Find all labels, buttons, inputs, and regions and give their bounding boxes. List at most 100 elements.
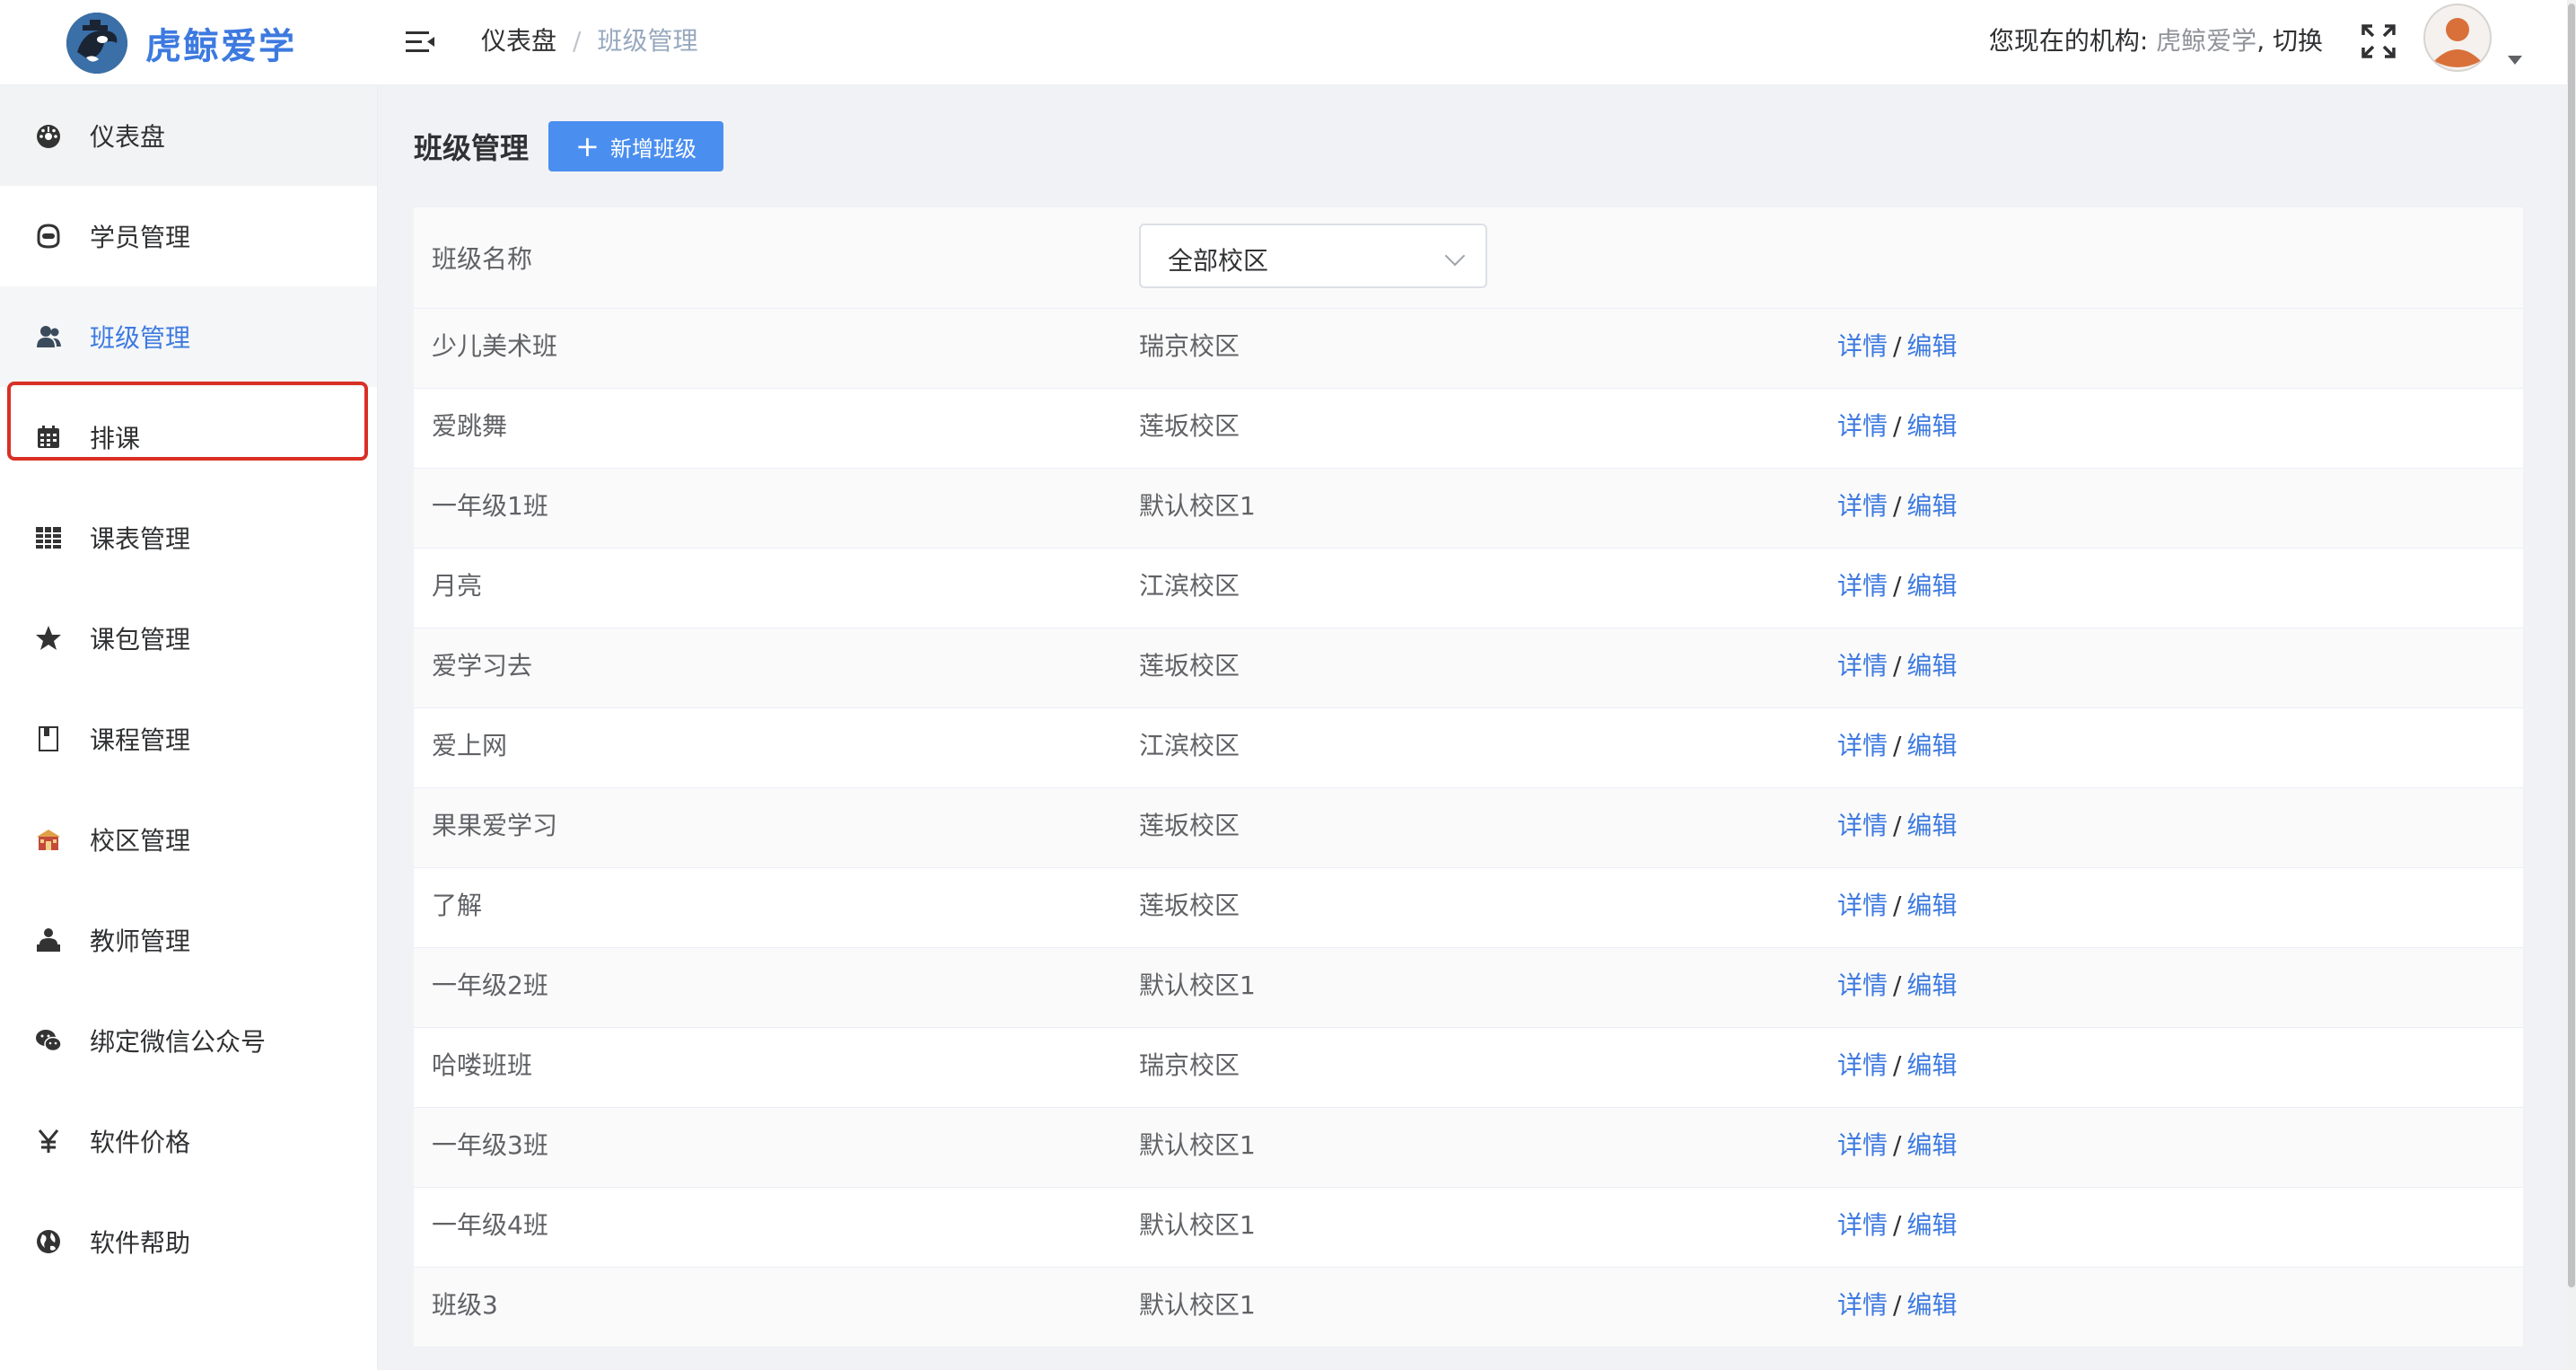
sidebar-item-help[interactable]: 软件帮助 bbox=[0, 1191, 377, 1292]
table-row: 一年级2班 默认校区1 详情 / 编辑 bbox=[414, 948, 2523, 1028]
action-separator: / bbox=[1893, 1290, 1902, 1320]
edit-link[interactable]: 编辑 bbox=[1906, 731, 1957, 760]
sidebar-item-label: 班级管理 bbox=[90, 323, 191, 353]
edit-link[interactable]: 编辑 bbox=[1906, 811, 1957, 840]
sidebar-item-packages[interactable]: 课包管理 bbox=[0, 588, 377, 689]
sidebar-item-classes[interactable]: 班级管理 bbox=[0, 286, 377, 387]
table-row: 一年级3班 默认校区1 详情 / 编辑 bbox=[414, 1108, 2523, 1188]
actions-cell: 详情 / 编辑 bbox=[1837, 808, 1957, 844]
sidebar-item-timetable[interactable]: 课表管理 bbox=[0, 487, 377, 588]
breadcrumb-home[interactable]: 仪表盘 bbox=[481, 26, 556, 56]
edit-link[interactable]: 编辑 bbox=[1906, 1290, 1957, 1320]
app-name: 虎鲸爱学 bbox=[145, 26, 296, 67]
sidebar-item-dashboard[interactable]: 仪表盘 bbox=[0, 85, 377, 186]
caret-down-icon bbox=[2508, 56, 2522, 65]
campus-cell: 瑞京校区 bbox=[1139, 331, 1240, 361]
edit-link[interactable]: 编辑 bbox=[1906, 1050, 1957, 1080]
detail-link[interactable]: 详情 bbox=[1837, 1050, 1888, 1080]
table-row: 一年级4班 默认校区1 详情 / 编辑 bbox=[414, 1188, 2523, 1268]
user-menu[interactable] bbox=[2423, 4, 2522, 75]
campus-cell: 莲坂校区 bbox=[1139, 811, 1240, 840]
class-name-cell: 哈喽班班 bbox=[432, 1050, 533, 1080]
detail-link[interactable]: 详情 bbox=[1837, 1210, 1888, 1240]
detail-link[interactable]: 详情 bbox=[1837, 731, 1888, 760]
org-label: 您现在的机构: bbox=[1988, 26, 2149, 56]
actions-cell: 详情 / 编辑 bbox=[1837, 488, 1957, 524]
edit-link[interactable]: 编辑 bbox=[1906, 651, 1957, 681]
action-separator: / bbox=[1893, 411, 1902, 441]
campus-cell: 江滨校区 bbox=[1139, 731, 1240, 760]
yen-icon bbox=[34, 1127, 63, 1155]
detail-link[interactable]: 详情 bbox=[1837, 811, 1888, 840]
sidebar-item-campuses[interactable]: 校区管理 bbox=[0, 789, 377, 890]
detail-link[interactable]: 详情 bbox=[1837, 651, 1888, 681]
table-row: 少儿美术班 瑞京校区 详情 / 编辑 bbox=[414, 309, 2523, 389]
class-name-cell: 少儿美术班 bbox=[432, 331, 558, 361]
page-header: 班级管理 + 新增班级 bbox=[414, 121, 723, 171]
breadcrumb-separator: / bbox=[573, 26, 582, 56]
sidebar-item-teachers[interactable]: 教师管理 bbox=[0, 890, 377, 990]
action-separator: / bbox=[1893, 1050, 1902, 1080]
table-row: 爱学习去 莲坂校区 详情 / 编辑 bbox=[414, 628, 2523, 708]
page-scrollbar[interactable] bbox=[2567, 0, 2576, 1370]
sidebar-item-label: 校区管理 bbox=[90, 826, 191, 856]
detail-link[interactable]: 详情 bbox=[1837, 491, 1888, 521]
edit-link[interactable]: 编辑 bbox=[1906, 571, 1957, 601]
edit-link[interactable]: 编辑 bbox=[1906, 331, 1957, 361]
detail-link[interactable]: 详情 bbox=[1837, 411, 1888, 441]
plus-icon: + bbox=[575, 129, 600, 163]
detail-link[interactable]: 详情 bbox=[1837, 1130, 1888, 1160]
fullscreen-icon[interactable] bbox=[2361, 23, 2396, 59]
sidebar-item-courses[interactable]: 课程管理 bbox=[0, 689, 377, 789]
edit-link[interactable]: 编辑 bbox=[1906, 970, 1957, 1000]
action-separator: / bbox=[1893, 811, 1902, 840]
wechat-icon bbox=[34, 1026, 63, 1055]
action-separator: / bbox=[1893, 331, 1902, 361]
detail-link[interactable]: 详情 bbox=[1837, 891, 1888, 920]
add-class-button[interactable]: + 新增班级 bbox=[548, 121, 723, 171]
edit-link[interactable]: 编辑 bbox=[1906, 1130, 1957, 1160]
sidebar-item-wechat[interactable]: 绑定微信公众号 bbox=[0, 990, 377, 1091]
scrollbar-thumb[interactable] bbox=[2568, 4, 2575, 1287]
actions-cell: 详情 / 编辑 bbox=[1837, 888, 1957, 924]
class-name-cell: 了解 bbox=[432, 891, 483, 920]
app-logo[interactable]: 虎鲸爱学 bbox=[66, 9, 296, 77]
actions-cell: 详情 / 编辑 bbox=[1837, 1287, 1957, 1323]
school-icon bbox=[34, 825, 63, 854]
class-name-cell: 爱上网 bbox=[432, 731, 508, 760]
campus-filter-select[interactable]: 全部校区 bbox=[1139, 224, 1487, 288]
table-body: 少儿美术班 瑞京校区 详情 / 编辑 爱跳舞 莲坂校区 详情 / 编辑 一年级1班 默认校区1 详情 / 编… bbox=[414, 309, 2523, 1348]
dashboard-icon bbox=[34, 121, 63, 150]
edit-link[interactable]: 编辑 bbox=[1906, 891, 1957, 920]
org-switch-link[interactable]: , 切换 bbox=[2256, 26, 2323, 56]
detail-link[interactable]: 详情 bbox=[1837, 970, 1888, 1000]
detail-link[interactable]: 详情 bbox=[1837, 331, 1888, 361]
campus-cell: 莲坂校区 bbox=[1139, 891, 1240, 920]
table-header: 班级名称 全部校区 bbox=[414, 207, 2523, 309]
sidebar-item-label: 仪表盘 bbox=[90, 122, 166, 152]
orca-logo-icon bbox=[66, 13, 127, 74]
globe-icon bbox=[34, 1227, 63, 1256]
detail-link[interactable]: 详情 bbox=[1837, 1290, 1888, 1320]
table-row: 爱跳舞 莲坂校区 详情 / 编辑 bbox=[414, 389, 2523, 469]
column-header-name: 班级名称 bbox=[432, 244, 533, 274]
student-icon bbox=[34, 222, 63, 250]
detail-link[interactable]: 详情 bbox=[1837, 571, 1888, 601]
book-icon bbox=[34, 725, 63, 753]
actions-cell: 详情 / 编辑 bbox=[1837, 648, 1957, 684]
add-class-label: 新增班级 bbox=[609, 136, 697, 162]
campus-cell: 瑞京校区 bbox=[1139, 1050, 1240, 1080]
edit-link[interactable]: 编辑 bbox=[1906, 1210, 1957, 1240]
edit-link[interactable]: 编辑 bbox=[1906, 411, 1957, 441]
action-separator: / bbox=[1893, 891, 1902, 920]
sidebar-item-pricing[interactable]: 软件价格 bbox=[0, 1091, 377, 1191]
sidebar-item-label: 课表管理 bbox=[90, 524, 191, 554]
edit-link[interactable]: 编辑 bbox=[1906, 491, 1957, 521]
breadcrumb-current: 班级管理 bbox=[597, 26, 698, 56]
campus-cell: 莲坂校区 bbox=[1139, 651, 1240, 681]
menu-fold-icon[interactable] bbox=[404, 26, 436, 58]
campus-cell: 默认校区1 bbox=[1139, 1290, 1256, 1320]
sidebar-item-students[interactable]: 学员管理 bbox=[0, 186, 377, 286]
star-icon bbox=[34, 624, 63, 653]
action-separator: / bbox=[1893, 1130, 1902, 1160]
